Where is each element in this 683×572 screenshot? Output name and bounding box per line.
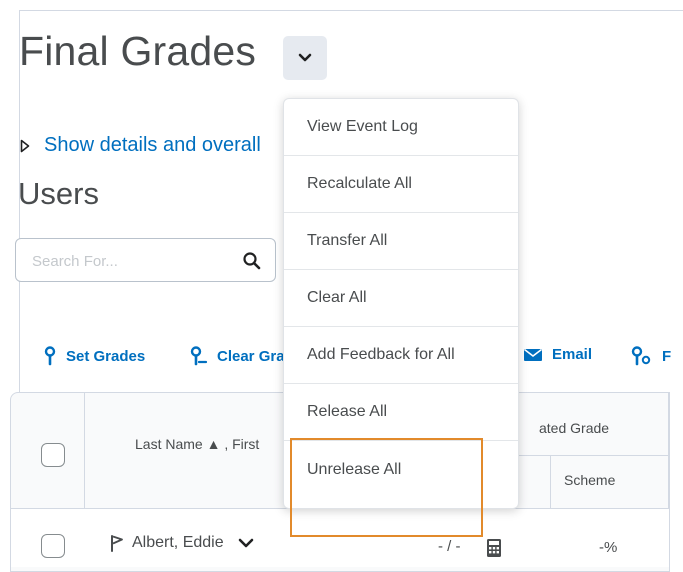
calculator-icon[interactable]	[486, 538, 502, 558]
search-box	[15, 238, 276, 283]
caret-right-icon	[20, 139, 30, 153]
next-toolbar-label: F	[662, 347, 672, 365]
users-heading: Users	[18, 176, 99, 211]
key-icon	[631, 346, 651, 366]
chevron-down-icon[interactable]	[238, 537, 254, 549]
row-checkbox[interactable]	[41, 534, 65, 558]
name-column-header[interactable]: Last Name ▲ , First	[135, 436, 259, 452]
select-all-checkbox[interactable]	[41, 443, 65, 467]
show-details-toggle[interactable]: Show details and overall	[20, 134, 261, 157]
page-title: Final Grades	[19, 28, 257, 74]
menu-item-unrelease-all[interactable]: Unrelease All	[284, 441, 518, 498]
menu-item-clear-all[interactable]: Clear All	[284, 270, 518, 327]
clear-grades-icon	[190, 346, 208, 366]
menu-item-recalculate-all[interactable]: Recalculate All	[284, 156, 518, 213]
menu-item-release-all[interactable]: Release All	[284, 384, 518, 441]
set-grades-button[interactable]: Set Grades	[43, 346, 145, 366]
search-input[interactable]	[16, 239, 244, 283]
flag-icon	[110, 534, 124, 552]
menu-item-transfer-all[interactable]: Transfer All	[284, 213, 518, 270]
scheme-value: -%	[599, 539, 618, 556]
set-grades-label: Set Grades	[66, 347, 146, 365]
points-value: - / -	[438, 538, 461, 555]
email-button[interactable]: Email	[523, 346, 592, 363]
email-icon	[524, 348, 542, 361]
chevron-down-icon	[298, 53, 312, 62]
scheme-column-header: Scheme	[564, 472, 616, 488]
title-dropdown-menu: View Event Log Recalculate All Transfer …	[283, 98, 519, 509]
menu-item-add-feedback-for-all[interactable]: Add Feedback for All	[284, 327, 518, 384]
email-label: Email	[552, 346, 593, 363]
menu-item-view-event-log[interactable]: View Event Log	[284, 99, 518, 156]
clear-grades-label: Clear Gra	[217, 347, 285, 365]
next-toolbar-button[interactable]: F	[631, 346, 671, 366]
student-name-label[interactable]: Albert, Eddie	[132, 534, 224, 552]
show-details-label: Show details and overall	[44, 134, 261, 156]
search-icon[interactable]	[241, 250, 263, 272]
clear-grades-button[interactable]: Clear Gra	[190, 346, 285, 366]
grade-group-header: ated Grade	[539, 420, 610, 436]
student-name: Albert, Eddie	[110, 534, 254, 552]
set-grades-icon	[44, 346, 56, 366]
title-menu-button[interactable]	[283, 36, 327, 80]
